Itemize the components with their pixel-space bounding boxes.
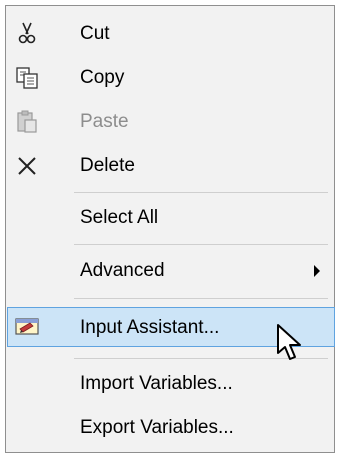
- menu-separator: [74, 192, 328, 193]
- copy-icon: [14, 65, 40, 91]
- menu-item-label: Advanced: [80, 260, 165, 281]
- menu-item-import-variables[interactable]: Import Variables...: [8, 364, 332, 404]
- menu-item-paste[interactable]: Paste: [8, 102, 332, 142]
- delete-icon: [14, 153, 40, 179]
- menu-item-label: Copy: [80, 67, 125, 88]
- menu-item-label: Export Variables...: [80, 417, 234, 438]
- menu-item-select-all[interactable]: Select All: [8, 198, 332, 238]
- menu-item-cut[interactable]: Cut: [8, 14, 332, 54]
- menu-item-copy[interactable]: Copy: [8, 58, 332, 98]
- menu-item-advanced[interactable]: Advanced: [8, 251, 332, 291]
- context-menu: Cut Copy Paste Delete Select All Advance…: [5, 5, 335, 453]
- mouse-cursor-icon: [276, 323, 306, 367]
- menu-item-export-variables[interactable]: Export Variables...: [8, 408, 332, 448]
- menu-item-label: Input Assistant...: [80, 317, 220, 338]
- menu-separator: [74, 298, 328, 299]
- menu-item-label: Paste: [80, 111, 129, 132]
- submenu-arrow-icon: [314, 265, 320, 277]
- paste-icon: [14, 109, 40, 135]
- menu-item-delete[interactable]: Delete: [8, 146, 332, 186]
- menu-item-label: Import Variables...: [80, 373, 233, 394]
- input-assistant-icon: [14, 314, 40, 340]
- menu-item-label: Cut: [80, 23, 110, 44]
- menu-separator: [74, 244, 328, 245]
- menu-item-label: Select All: [80, 207, 159, 228]
- menu-item-label: Delete: [80, 155, 135, 176]
- scissors-icon: [14, 21, 40, 47]
